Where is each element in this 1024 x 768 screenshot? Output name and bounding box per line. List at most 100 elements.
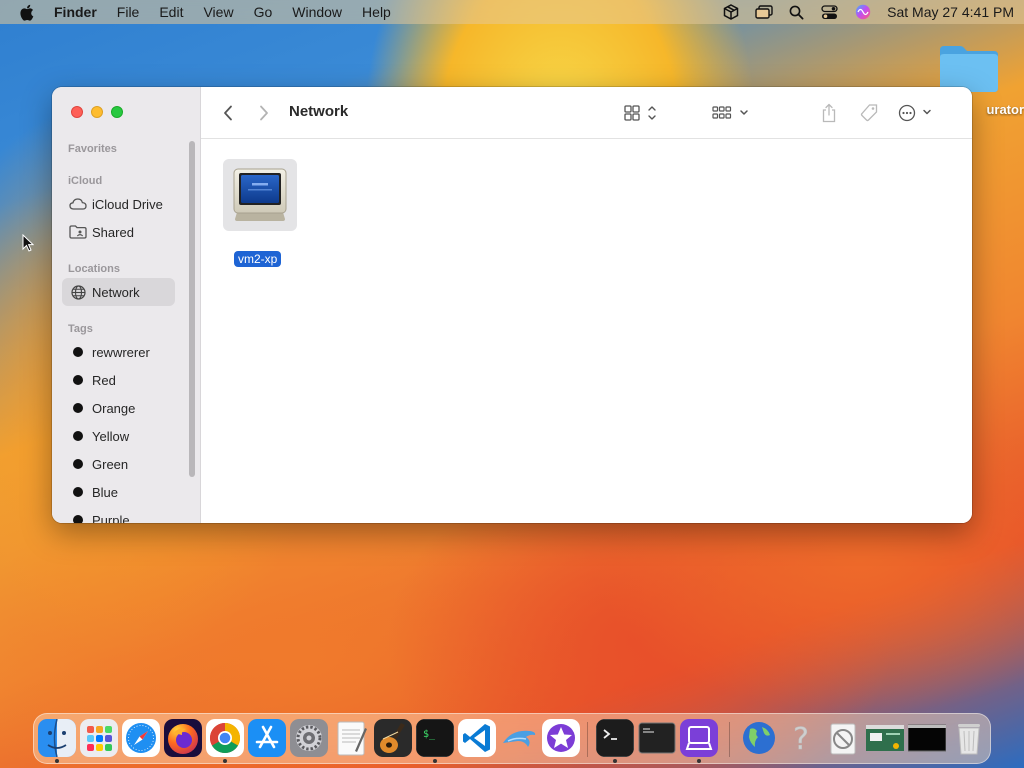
dock-separator	[729, 722, 730, 757]
sidebar-tag-green[interactable]: Green	[62, 450, 175, 478]
terminal-green-icon[interactable]: $_	[416, 719, 454, 757]
sidebar-item-label: Blue	[92, 484, 119, 500]
minimize-window-button[interactable]	[91, 106, 103, 118]
svg-text:$_: $_	[423, 729, 436, 740]
menu-app-finder[interactable]: Finder	[52, 0, 107, 24]
dock: $_ ?	[33, 713, 991, 764]
back-button[interactable]	[217, 100, 239, 126]
script-editor-icon[interactable]	[824, 719, 862, 757]
control-center-icon[interactable]	[813, 0, 846, 24]
sidebar-item-label: Shared	[92, 224, 134, 240]
tag-color-dot	[73, 375, 83, 385]
window-thumbnail-2-icon[interactable]	[908, 719, 946, 757]
tag-color-dot	[73, 487, 83, 497]
view-mode-button[interactable]	[621, 100, 661, 126]
crt-monitor-icon	[223, 159, 297, 231]
screen-mirroring-icon[interactable]	[747, 0, 780, 24]
trash-icon[interactable]	[950, 719, 988, 757]
close-window-button[interactable]	[71, 106, 83, 118]
network-item-label: vm2-xp	[234, 251, 282, 267]
sidebar-tag-red[interactable]: Red	[62, 366, 175, 394]
package-status-icon[interactable]	[714, 0, 747, 24]
icon-grid-view-icon	[624, 105, 656, 121]
sidebar-section-tags: Tags	[68, 323, 93, 335]
utm-icon[interactable]	[680, 719, 718, 757]
sidebar-item-label: Network	[92, 284, 140, 300]
sidebar-tag-purple[interactable]: Purple	[62, 506, 175, 523]
action-menu-button[interactable]	[897, 100, 937, 126]
dock-separator	[587, 722, 588, 757]
app-store-icon[interactable]	[248, 719, 286, 757]
network-item-vm2-xp[interactable]: vm2-xp	[223, 157, 297, 267]
console-icon[interactable]	[638, 719, 676, 757]
window-thumbnail-1-icon[interactable]	[866, 719, 904, 757]
running-indicator	[55, 759, 59, 763]
sidebar-item-label: Yellow	[92, 428, 130, 444]
sidebar-section-favorites: Favorites	[68, 143, 117, 155]
sidebar-section-icloud: iCloud	[68, 175, 103, 187]
tag-color-dot	[73, 347, 83, 357]
finder-window: Favorites iCloud iCloud Drive Shared Loc…	[52, 87, 972, 523]
cloud-icon	[68, 194, 88, 214]
imovie-star-icon[interactable]	[542, 719, 580, 757]
apple-menu-icon[interactable]	[0, 4, 52, 21]
running-indicator	[697, 759, 701, 763]
menu-edit[interactable]: Edit	[149, 0, 193, 24]
sidebar-tag-blue[interactable]: Blue	[62, 478, 175, 506]
siri-icon[interactable]	[846, 0, 879, 24]
group-by-button[interactable]	[710, 100, 752, 126]
sidebar-section-locations: Locations	[68, 263, 120, 275]
launchpad-icon[interactable]	[80, 719, 118, 757]
sidebar-item-shared[interactable]: Shared	[62, 218, 175, 246]
menu-bar: Finder File Edit View Go Window Help Sat…	[0, 0, 1024, 24]
finder-icon[interactable]	[38, 719, 76, 757]
chrome-icon[interactable]	[206, 719, 244, 757]
window-title: Network	[289, 103, 349, 120]
chevron-left-icon	[224, 105, 232, 121]
svg-text:?: ?	[793, 722, 809, 757]
spotlight-search-icon[interactable]	[780, 0, 813, 24]
finder-content: vm2-xp	[201, 139, 972, 523]
group-grid-icon	[712, 106, 748, 119]
sidebar-item-label: Orange	[92, 400, 136, 416]
safari-icon[interactable]	[122, 719, 160, 757]
garageband-icon[interactable]	[374, 719, 412, 757]
tag-color-dot	[73, 515, 83, 523]
menu-file[interactable]: File	[107, 0, 150, 24]
tag-color-dot	[73, 403, 83, 413]
sidebar-item-label: Purple	[92, 512, 130, 524]
menu-view[interactable]: View	[193, 0, 243, 24]
sidebar-scrollbar[interactable]	[189, 141, 195, 477]
menu-help[interactable]: Help	[352, 0, 401, 24]
tag-color-dot	[73, 459, 83, 469]
sidebar-item-network[interactable]: Network	[62, 278, 175, 306]
sidebar-tag-rewwrerer[interactable]: rewwrerer	[62, 338, 175, 366]
terminal-icon[interactable]	[596, 719, 634, 757]
globe-icon	[68, 282, 88, 302]
firefox-icon[interactable]	[164, 719, 202, 757]
system-settings-icon[interactable]	[290, 719, 328, 757]
textedit-icon[interactable]	[332, 719, 370, 757]
finder-sidebar: Favorites iCloud iCloud Drive Shared Loc…	[52, 87, 201, 523]
sidebar-item-icloud-drive[interactable]: iCloud Drive	[62, 190, 175, 218]
tag-color-dot	[73, 431, 83, 441]
zoom-window-button[interactable]	[111, 106, 123, 118]
running-indicator	[613, 759, 617, 763]
shared-folder-icon	[68, 222, 88, 242]
share-button[interactable]	[817, 100, 841, 126]
globe-app-icon[interactable]	[740, 719, 778, 757]
sidebar-item-label: Green	[92, 456, 129, 472]
menu-go[interactable]: Go	[244, 0, 283, 24]
sidebar-tag-yellow[interactable]: Yellow	[62, 422, 175, 450]
sidebar-tag-orange[interactable]: Orange	[62, 394, 175, 422]
forward-button[interactable]	[253, 100, 275, 126]
menu-window[interactable]: Window	[282, 0, 352, 24]
menubar-clock[interactable]: Sat May 27 4:41 PM	[879, 4, 1014, 20]
tags-button[interactable]	[857, 100, 881, 126]
sidebar-item-label: rewwrerer	[92, 344, 150, 360]
dolphin-icon[interactable]	[500, 719, 538, 757]
help-icon[interactable]: ?	[782, 719, 820, 757]
mouse-pointer-icon	[22, 233, 35, 257]
share-icon	[822, 103, 836, 123]
vscode-icon[interactable]	[458, 719, 496, 757]
